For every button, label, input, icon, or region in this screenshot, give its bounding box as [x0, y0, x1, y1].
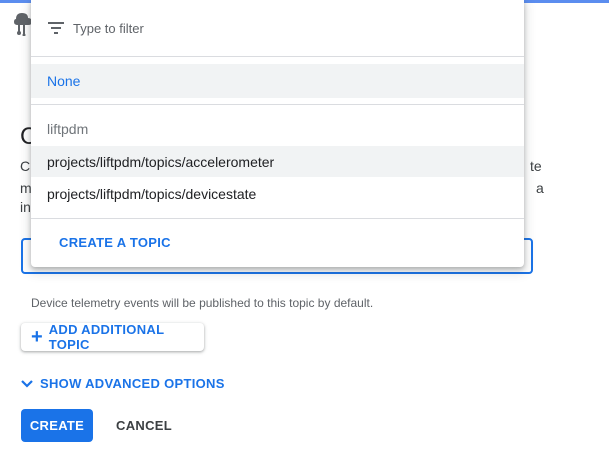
option-topic-accelerometer[interactable]: projects/liftpdm/topics/accelerometer — [31, 146, 524, 177]
show-advanced-options-toggle[interactable]: SHOW ADVANCED OPTIONS — [20, 376, 225, 391]
create-button[interactable]: CREATE — [21, 409, 93, 442]
divider — [31, 104, 524, 105]
add-topic-label: ADD ADDITIONAL TOPIC — [48, 322, 165, 352]
cancel-button[interactable]: CANCEL — [108, 409, 180, 442]
topic-dropdown-menu: Type to filter None liftpdm projects/lif… — [31, 0, 524, 267]
divider — [31, 218, 524, 219]
chevron-down-icon — [21, 379, 33, 388]
description-fragment: a — [536, 180, 544, 196]
filter-placeholder: Type to filter — [73, 20, 144, 36]
option-topic-devicestate[interactable]: projects/liftpdm/topics/devicestate — [31, 178, 524, 209]
topic-helper-text: Device telemetry events will be publishe… — [31, 296, 374, 310]
add-icon: + — [31, 326, 43, 348]
option-group-label: liftpdm — [47, 121, 89, 137]
filter-list-icon — [48, 22, 64, 34]
option-none[interactable]: None — [31, 64, 524, 98]
create-topic-button[interactable]: CREATE A TOPIC — [59, 235, 171, 250]
filter-input[interactable]: Type to filter — [31, 0, 524, 56]
add-additional-topic-button[interactable]: + ADD ADDITIONAL TOPIC — [21, 322, 204, 352]
divider — [31, 56, 524, 57]
advanced-options-label: SHOW ADVANCED OPTIONS — [40, 376, 225, 391]
description-fragment: m — [20, 180, 32, 196]
description-fragment: te — [530, 158, 542, 174]
description-fragment: in — [20, 199, 31, 215]
